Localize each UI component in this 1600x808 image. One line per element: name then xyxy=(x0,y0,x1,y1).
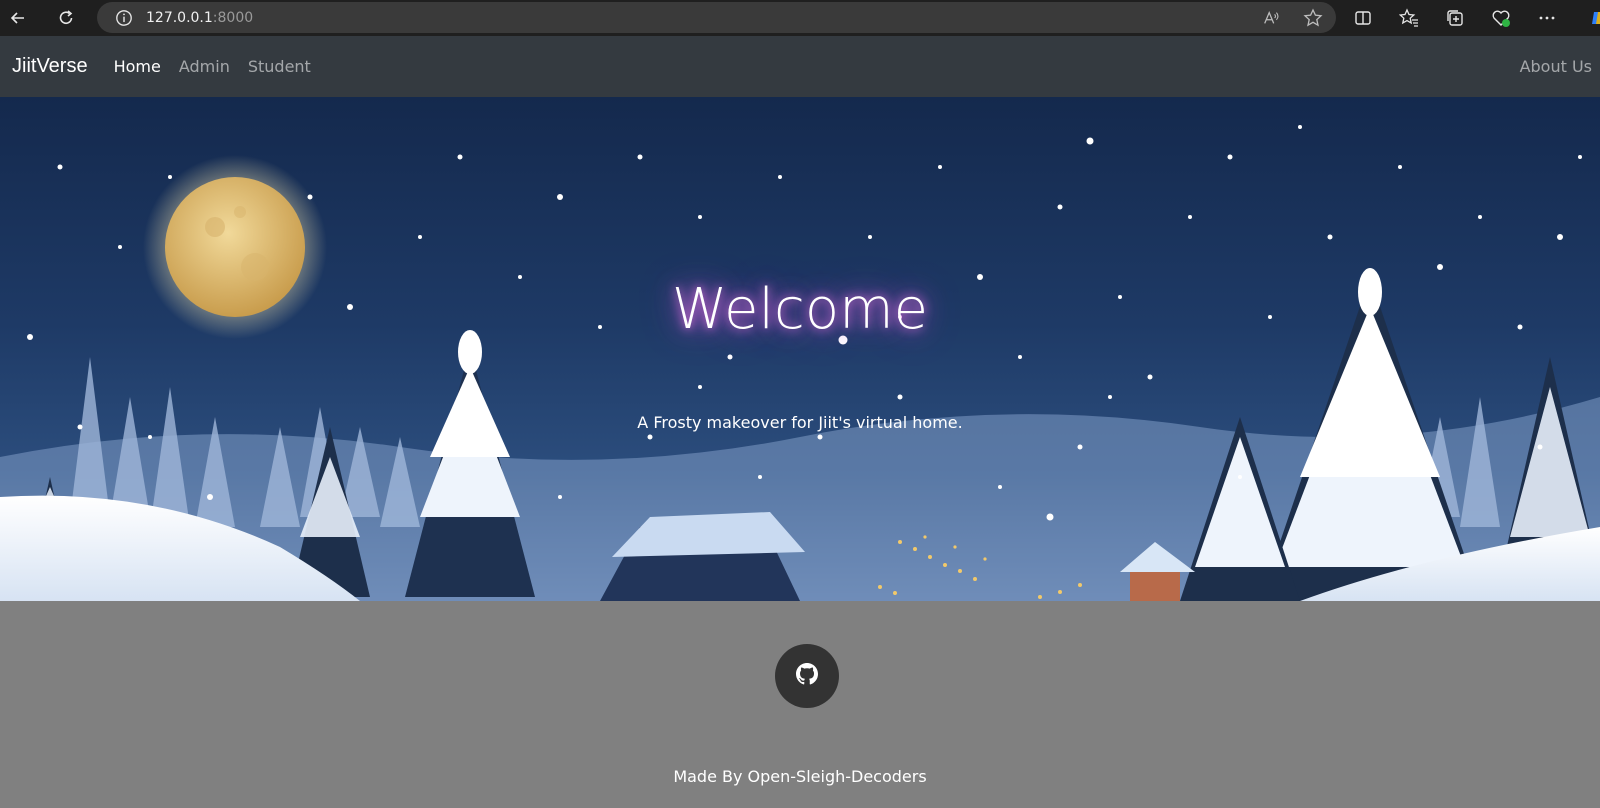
address-bar[interactable]: 127.0.0.1:8000 xyxy=(97,2,1336,33)
favorites-icon[interactable] xyxy=(1386,0,1432,36)
refresh-icon[interactable] xyxy=(48,0,84,36)
github-button[interactable] xyxy=(775,644,839,708)
collections-icon[interactable] xyxy=(1432,0,1478,36)
favorite-star-icon[interactable] xyxy=(1302,7,1324,29)
url-text[interactable]: 127.0.0.1:8000 xyxy=(146,10,253,26)
browser-essentials-icon[interactable] xyxy=(1478,0,1524,36)
url-host: 127.0.0.1 xyxy=(146,9,213,26)
hero-title: Welcome xyxy=(671,277,929,342)
nav-admin[interactable]: Admin xyxy=(179,57,230,76)
browser-toolbar: 127.0.0.1:8000 xyxy=(0,0,1600,36)
winter-scene-illustration xyxy=(0,125,1600,601)
github-icon xyxy=(796,663,818,689)
nav-links: Home Admin Student xyxy=(114,57,311,76)
read-aloud-icon[interactable] xyxy=(1260,7,1282,29)
brand-logo[interactable]: JiitVerse xyxy=(12,55,88,78)
site-info-icon[interactable] xyxy=(114,8,134,28)
split-screen-icon[interactable] xyxy=(1340,0,1386,36)
site-navbar: JiitVerse Home Admin Student About Us xyxy=(0,36,1600,97)
hero-subtitle: A Frosty makeover for Jiit's virtual hom… xyxy=(637,413,963,432)
back-icon[interactable] xyxy=(0,0,36,36)
more-options-icon[interactable] xyxy=(1524,0,1570,36)
nav-about-us[interactable]: About Us xyxy=(1520,57,1592,76)
url-port: :8000 xyxy=(212,9,254,26)
nav-home[interactable]: Home xyxy=(114,57,161,76)
hero-banner: Welcome A Frosty makeover for Jiit's vir… xyxy=(0,97,1600,601)
site-footer: Made By Open-Sleigh-Decoders xyxy=(0,601,1600,808)
copilot-icon[interactable] xyxy=(1570,0,1600,36)
nav-student[interactable]: Student xyxy=(248,57,311,76)
footer-credit: Made By Open-Sleigh-Decoders xyxy=(673,767,927,786)
